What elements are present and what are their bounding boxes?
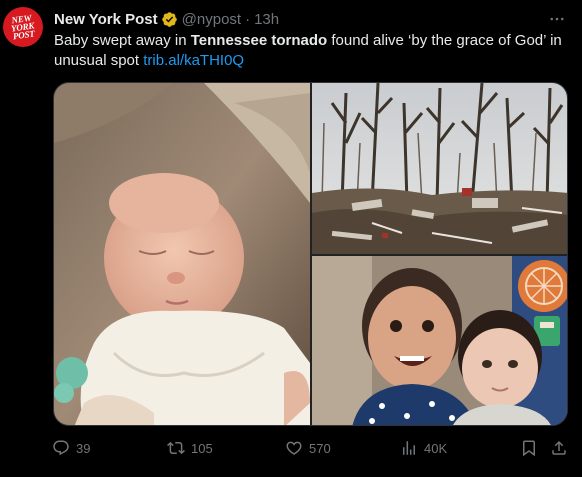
like-icon <box>286 441 302 455</box>
views-icon <box>403 441 415 455</box>
views-count: 40K <box>424 440 448 456</box>
timestamp[interactable]: 13h <box>254 11 279 28</box>
display-name[interactable]: New York Post <box>54 11 158 28</box>
tweet[interactable]: NEW YORK POST New York Post @nypost · 13… <box>0 0 582 477</box>
tweet-link[interactable]: trib.al/kaTHI0Q <box>143 52 244 69</box>
avatar[interactable]: NEW YORK POST <box>3 7 43 47</box>
share-button[interactable] <box>550 438 568 458</box>
handle[interactable]: @nypost <box>182 11 241 28</box>
reply-count: 39 <box>76 440 91 456</box>
retweet-icon <box>167 441 185 455</box>
tweet-header: New York Post @nypost · 13h <box>54 9 279 29</box>
bookmark-button[interactable] <box>520 438 538 458</box>
retweet-count: 105 <box>191 440 213 456</box>
tweet-text-part1: Baby swept away in <box>54 32 191 49</box>
reply-button[interactable]: 39 <box>52 438 90 458</box>
more-icon[interactable] <box>546 10 568 28</box>
nypost-logo: NEW YORK POST <box>10 12 36 42</box>
bookmark-icon <box>523 440 535 457</box>
tweet-text: Baby swept away in Tennessee tornado fou… <box>54 31 569 71</box>
two-children-photo[interactable] <box>312 256 567 425</box>
action-bar: 39 105 570 40K <box>52 438 570 458</box>
tornado-debris-photo[interactable] <box>312 83 567 254</box>
retweet-button[interactable]: 105 <box>167 438 213 458</box>
like-button[interactable]: 570 <box>285 438 331 458</box>
verified-badge-icon <box>161 11 178 28</box>
separator-dot: · <box>245 10 251 28</box>
baby-photo[interactable] <box>54 83 310 425</box>
like-count: 570 <box>309 440 331 456</box>
share-icon <box>552 440 566 455</box>
media-grid <box>53 82 568 426</box>
reply-icon <box>53 440 69 456</box>
tweet-text-bold: Tennessee tornado <box>190 32 328 49</box>
views-button[interactable]: 40K <box>400 438 447 458</box>
